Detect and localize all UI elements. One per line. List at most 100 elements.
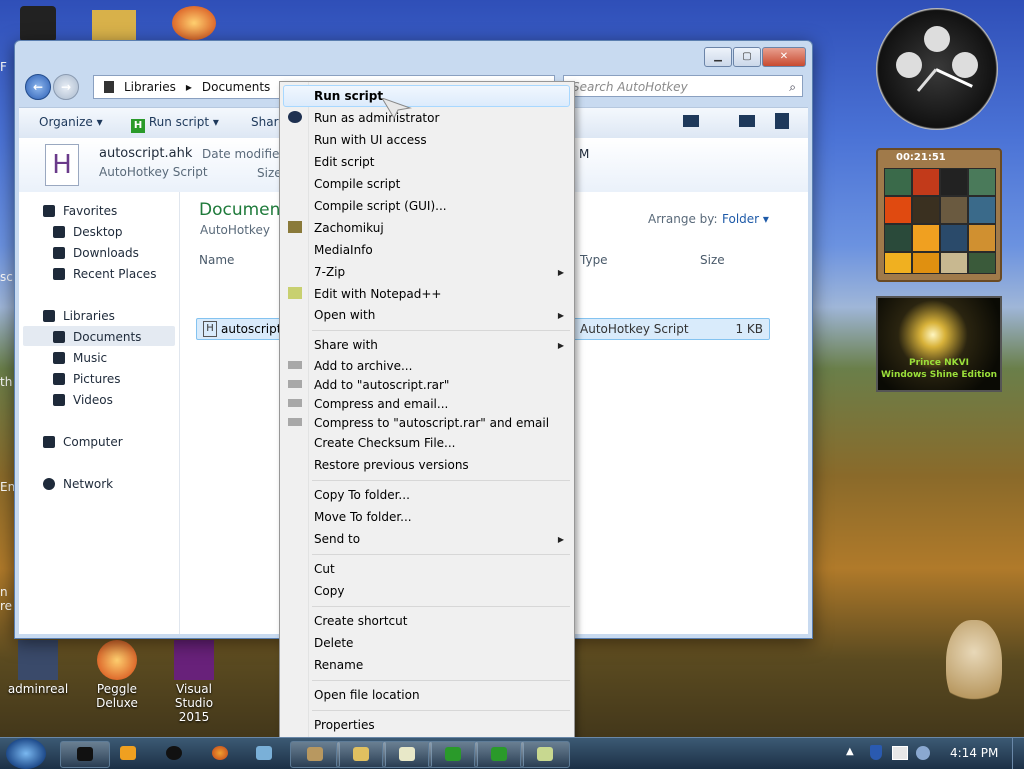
menu-item-properties[interactable]: Properties [314,718,375,732]
view-button[interactable] [683,115,699,127]
minimize-button[interactable]: ▁ [704,47,732,67]
run-script-button[interactable]: H Run script ▾ [131,115,219,133]
menu-item-copy[interactable]: Copy [314,584,344,598]
taskbar-app-3[interactable] [150,741,198,766]
menu-item-run-with-ui-access[interactable]: Run with UI access [314,133,427,147]
menu-item-mediainfo[interactable]: MediaInfo [314,243,373,257]
start-button[interactable] [6,738,46,769]
menu-item-compile-script-gui[interactable]: Compile script (GUI)... [314,199,447,213]
puzzle-tile[interactable] [912,196,940,224]
desktop-icon-peggle-top[interactable] [172,6,216,40]
desktop-icon-folder[interactable] [92,10,136,40]
show-desktop-button[interactable] [1012,738,1024,769]
menu-item-run-script[interactable]: Run script [314,89,383,103]
breadcrumb-libraries[interactable]: Libraries [124,80,176,94]
display-icon[interactable] [892,746,908,760]
preview-pane-button[interactable] [739,115,755,127]
puzzle-tile[interactable] [940,196,968,224]
taskbar-app-autohotkey-1[interactable] [428,741,478,768]
taskbar-app-media[interactable] [104,741,152,766]
back-button[interactable]: ← [25,74,51,100]
security-shield-icon[interactable] [870,745,882,760]
menu-item-run-as-admin[interactable]: Run as administrator [314,111,439,125]
help-button[interactable] [775,113,789,129]
puzzle-tile[interactable] [884,168,912,196]
menu-item-restore-previous[interactable]: Restore previous versions [314,458,469,472]
menu-item-add-to-archive[interactable]: Add to archive... [314,359,412,373]
taskbar-clock[interactable]: 4:14 PM [950,746,998,760]
clock-gadget[interactable] [876,8,998,130]
menu-item-7zip[interactable]: 7-Zip [314,265,564,279]
taskbar-app-users[interactable] [240,741,288,766]
menu-item-cut[interactable]: Cut [314,562,335,576]
nav-pictures[interactable]: Pictures [53,372,121,386]
desktop-icon-trash[interactable] [20,6,56,42]
menu-item-delete[interactable]: Delete [314,636,353,650]
show-hidden-icons-icon[interactable]: ▲ [846,746,854,757]
column-header-type[interactable]: Type [580,253,608,267]
puzzle-tile[interactable] [912,168,940,196]
menu-item-compress-to-rar-email[interactable]: Compress to "autoscript.rar" and email [314,416,549,430]
desktop-icon-visual-studio[interactable]: Visual Studio 2015 [158,640,230,724]
menu-item-open-with[interactable]: Open with [314,308,375,322]
nav-downloads[interactable]: Downloads [53,246,139,260]
arrange-by-dropdown[interactable]: Folder ▾ [722,212,769,226]
nav-network[interactable]: Network [43,477,113,491]
close-button[interactable]: ✕ [762,47,806,67]
menu-item-move-to-folder[interactable]: Move To folder... [314,510,412,524]
nav-videos[interactable]: Videos [53,393,113,407]
puzzle-tile[interactable] [884,196,912,224]
menu-item-copy-to-folder[interactable]: Copy To folder... [314,488,410,502]
menu-item-edit-script[interactable]: Edit script [314,155,375,169]
menu-item-compile-script[interactable]: Compile script [314,177,400,191]
puzzle-tile[interactable] [884,252,912,274]
nav-favorites[interactable]: Favorites [43,204,117,218]
nav-documents[interactable]: Documents [53,330,141,344]
puzzle-tile[interactable] [968,168,996,196]
column-header-name[interactable]: Name [199,253,234,267]
puzzle-tile[interactable] [912,252,940,274]
puzzle-tile[interactable] [940,168,968,196]
menu-item-create-shortcut[interactable]: Create shortcut [314,614,407,628]
menu-item-add-to-rar[interactable]: Add to "autoscript.rar" [314,378,449,392]
maximize-button[interactable]: ▢ [733,47,761,67]
taskbar-app-network[interactable] [520,741,570,768]
menu-item-compress-and-email[interactable]: Compress and email... [314,397,448,411]
menu-item-edit-with-notepad[interactable]: Edit with Notepad++ [314,287,441,301]
desktop-icon-peggle[interactable]: Peggle Deluxe [81,640,153,710]
forward-button[interactable]: → [53,74,79,100]
search-icon[interactable]: ⌕ [789,76,796,98]
nav-desktop[interactable]: Desktop [53,225,123,239]
puzzle-tile[interactable] [884,224,912,252]
puzzle-gadget[interactable]: 00:21:51 [876,148,1002,282]
taskbar-app-hamster[interactable] [290,741,340,768]
organize-button[interactable]: Organize ▾ [39,115,103,129]
taskbar-app-1[interactable] [60,741,110,768]
menu-item-rename[interactable]: Rename [314,658,363,672]
menu-item-share-with[interactable]: Share with [314,338,378,352]
nav-libraries[interactable]: Libraries [43,309,115,323]
taskbar-app-explorer[interactable] [336,741,386,768]
taskbar-app-firefox[interactable] [196,741,244,766]
taskbar-app-autohotkey-2[interactable] [474,741,524,768]
menu-item-open-file-location[interactable]: Open file location [314,688,420,702]
menu-item-send-to[interactable]: Send to [314,532,360,546]
volume-icon[interactable] [916,746,930,760]
menu-item-zachomikuj[interactable]: Zachomikuj [314,221,384,235]
column-header-size[interactable]: Size [700,253,725,267]
nav-music[interactable]: Music [53,351,107,365]
desktop-icon-adminreal[interactable]: adminreal [2,640,74,696]
puzzle-tile[interactable] [968,252,996,274]
puzzle-tile[interactable] [940,224,968,252]
puzzle-tile[interactable] [968,196,996,224]
puzzle-tile[interactable] [968,224,996,252]
photo-gadget[interactable]: Prince NKVI Windows Shine Edition [876,296,1002,392]
puzzle-tile[interactable] [912,224,940,252]
nav-computer[interactable]: Computer [43,435,123,449]
taskbar-app-notepad[interactable] [382,741,432,768]
breadcrumb-documents[interactable]: Documents [202,80,270,94]
puzzle-tile[interactable] [940,252,968,274]
nav-recent-places[interactable]: Recent Places [53,267,156,281]
menu-item-create-checksum[interactable]: Create Checksum File... [314,436,456,450]
search-input[interactable]: Search AutoHotkey ⌕ [563,75,803,97]
